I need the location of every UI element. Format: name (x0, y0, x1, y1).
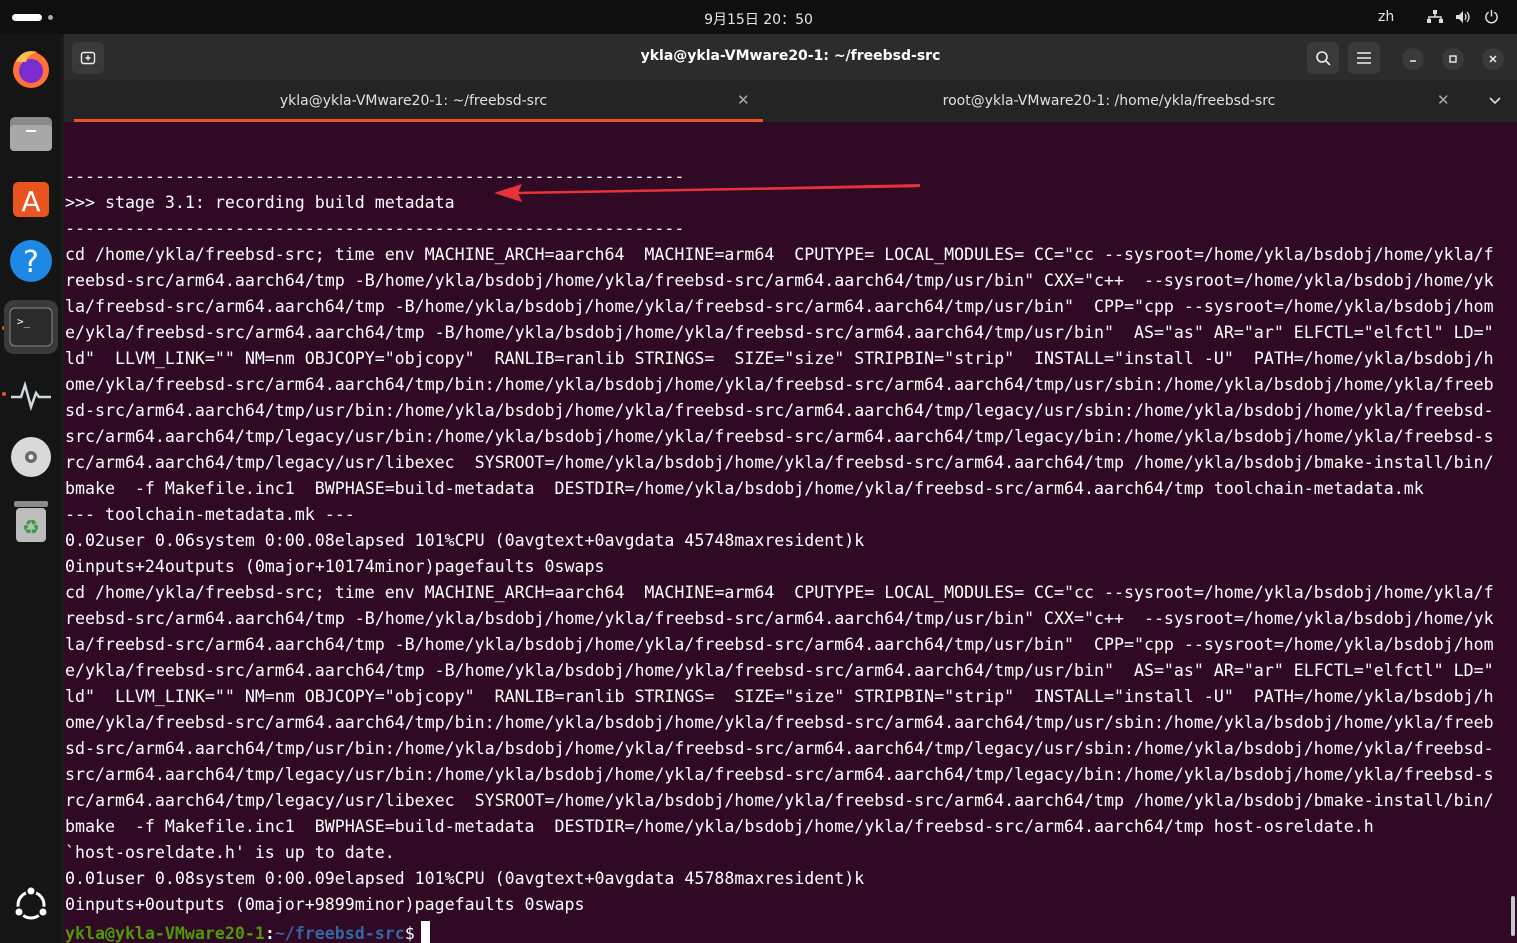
maximize-button[interactable] (1442, 48, 1464, 70)
running-indicator (2, 392, 6, 396)
power-icon[interactable] (1484, 9, 1499, 24)
terminal-line: 0.02user 0.06system 0:00.08elapsed 101%C… (65, 531, 865, 550)
tab-ykla[interactable]: ykla@ykla-VMware20-1: ~/freebsd-src ✕ (64, 80, 763, 122)
volume-icon[interactable] (1455, 10, 1471, 24)
tab-root[interactable]: root@ykla-VMware20-1: /home/ykla/freebsd… (763, 80, 1455, 122)
svg-text:?: ? (23, 245, 39, 280)
files-icon[interactable] (8, 110, 54, 156)
new-tab-button[interactable] (72, 42, 104, 74)
top-bar: 9月15日 20：50 zh (0, 0, 1517, 34)
search-icon (1316, 51, 1331, 66)
minimize-button[interactable] (1402, 48, 1424, 70)
terminal-line: bmake -f Makefile.inc1 BWPHASE=build-met… (65, 479, 1424, 498)
clock[interactable]: 9月15日 20：50 (0, 9, 1517, 29)
tab-label: root@ykla-VMware20-1: /home/ykla/freebsd… (942, 93, 1276, 109)
tab-close-icon[interactable]: ✕ (737, 91, 750, 109)
prompt-separator: : (264, 924, 275, 943)
terminal-line: `host-osreldate.h' is up to date. (65, 843, 395, 862)
terminal-line: ome/ykla/freebsd-src/arm64.aarch64/tmp/b… (65, 713, 1494, 732)
tab-bar: ykla@ykla-VMware20-1: ~/freebsd-src ✕ ro… (64, 80, 1517, 122)
svg-text:>_: >_ (17, 315, 31, 328)
header-bar: ykla@ykla-VMware20-1: ~/freebsd-src (64, 34, 1517, 80)
minimize-icon (1410, 60, 1416, 62)
terminal-line: bmake -f Makefile.inc1 BWPHASE=build-met… (65, 817, 1374, 836)
prompt-user: ykla@ykla-VMware20-1 (65, 924, 265, 943)
terminal-line: la/freebsd-src/arm64.aarch64/tmp -B/home… (65, 635, 1494, 654)
firefox-icon[interactable] (8, 46, 54, 92)
new-tab-icon (80, 51, 96, 65)
terminal-line: cd /home/ykla/freebsd-src; time env MACH… (65, 245, 1494, 264)
terminal-line: e/ykla/freebsd-src/arm64.aarch64/tmp -B/… (65, 661, 1494, 680)
terminal-line: src/arm64.aarch64/tmp/legacy/usr/bin:/ho… (65, 427, 1494, 446)
menu-button[interactable] (1348, 42, 1380, 74)
hamburger-icon (1357, 52, 1371, 64)
svg-text:♻: ♻ (22, 515, 40, 539)
terminal-line: ----------------------------------------… (65, 219, 685, 238)
system-monitor-icon[interactable] (8, 372, 54, 418)
workspace-dot[interactable] (48, 15, 53, 20)
input-method-indicator[interactable]: zh (1378, 9, 1394, 25)
tab-label: ykla@ykla-VMware20-1: ~/freebsd-src (279, 93, 548, 109)
chevron-down-icon[interactable] (1488, 96, 1502, 106)
app-center-icon[interactable]: A (8, 174, 54, 220)
close-button[interactable] (1482, 48, 1504, 70)
terminal-line: ld" LLVM_LINK="" NM=nm OBJCOPY="objcopy"… (65, 349, 1494, 368)
disc-icon[interactable] (8, 434, 54, 480)
tab-close-icon[interactable]: ✕ (1437, 91, 1450, 109)
search-button[interactable] (1307, 42, 1339, 74)
terminal-line: rc/arm64.aarch64/tmp/legacy/usr/libexec … (65, 453, 1494, 472)
terminal-window: ykla@ykla-VMware20-1: ~/freebsd-src ykla… (64, 34, 1517, 943)
network-icon[interactable] (1427, 10, 1443, 24)
svg-text:A: A (21, 185, 40, 218)
terminal-output[interactable]: ----------------------------------------… (64, 122, 1509, 943)
window-title: ykla@ykla-VMware20-1: ~/freebsd-src (640, 48, 941, 64)
text-cursor (420, 921, 430, 943)
terminal-line: --- toolchain-metadata.mk --- (65, 505, 355, 524)
terminal-line: cd /home/ykla/freebsd-src; time env MACH… (65, 583, 1494, 602)
close-icon (1489, 55, 1497, 63)
terminal-icon[interactable]: >_ (4, 300, 58, 354)
terminal-line: sd-src/arm64.aarch64/tmp/usr/bin:/home/y… (65, 401, 1494, 420)
maximize-icon (1449, 55, 1457, 63)
prompt-line[interactable]: ykla@ykla-VMware20-1:~/freebsd-src$ (65, 921, 430, 943)
terminal-line: src/arm64.aarch64/tmp/legacy/usr/bin:/ho… (65, 765, 1494, 784)
activities-indicator[interactable] (12, 14, 42, 21)
terminal-line: la/freebsd-src/arm64.aarch64/tmp -B/home… (65, 297, 1494, 316)
terminal-line: 0.01user 0.08system 0:00.09elapsed 101%C… (65, 869, 865, 888)
annotation-arrow (494, 184, 920, 202)
terminal-line: sd-src/arm64.aarch64/tmp/usr/bin:/home/y… (65, 739, 1494, 758)
dock: A ? >_ ♻ (0, 34, 62, 943)
show-apps-icon[interactable] (8, 882, 54, 928)
trash-icon[interactable]: ♻ (8, 498, 54, 544)
terminal-line: reebsd-src/arm64.aarch64/tmp -B/home/ykl… (65, 609, 1494, 628)
terminal-line: rc/arm64.aarch64/tmp/legacy/usr/libexec … (65, 791, 1494, 810)
terminal-line: ome/ykla/freebsd-src/arm64.aarch64/tmp/b… (65, 375, 1494, 394)
terminal-line: 0inputs+24outputs (0major+10174minor)pag… (65, 557, 605, 576)
prompt-path: ~/freebsd-src (274, 924, 405, 943)
prompt-symbol: $ (404, 924, 415, 943)
terminal-line: ld" LLVM_LINK="" NM=nm OBJCOPY="objcopy"… (65, 687, 1494, 706)
terminal-line: e/ykla/freebsd-src/arm64.aarch64/tmp -B/… (65, 323, 1494, 342)
help-icon[interactable]: ? (8, 238, 54, 284)
terminal-line: 0inputs+0outputs (0major+9899minor)pagef… (65, 895, 585, 914)
scrollbar[interactable] (1511, 896, 1515, 936)
terminal-line: >>> stage 3.1: recording build metadata (65, 193, 455, 212)
terminal-line: reebsd-src/arm64.aarch64/tmp -B/home/ykl… (65, 271, 1494, 290)
